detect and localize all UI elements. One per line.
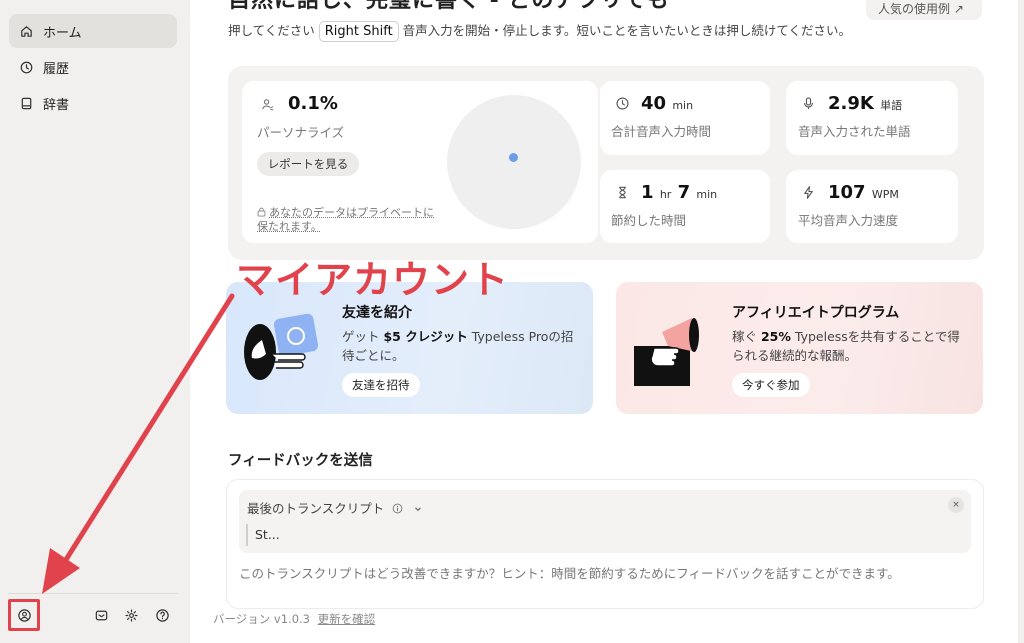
saved-time-card: 1 hr 7 min 節約した時間	[600, 170, 770, 243]
feedback-input[interactable]: このトランスクリプトはどう改善できますか？ヒント：時間を節約するためにフィードバ…	[239, 563, 900, 582]
personalization-card: 0.1% パーソナライズ レポートを見る あなたのデータはプライベートに 保たれ…	[242, 81, 598, 243]
total-time-label: 合計音声入力時間	[611, 124, 712, 139]
invite-friend-button[interactable]: 友達を招待	[342, 373, 420, 397]
speed-label: 平均音声入力速度	[798, 213, 899, 228]
privacy-link-line2[interactable]: 保たれます。	[257, 220, 322, 233]
sidebar-item-home[interactable]: ホーム	[9, 14, 177, 48]
info-icon	[392, 503, 403, 514]
total-time-value: 40 min	[641, 93, 694, 114]
personalization-progress-dot	[509, 153, 518, 162]
mail-button[interactable]	[92, 606, 110, 624]
page-headline: 自然に話し、完璧に書く - どのアプリでも	[228, 0, 670, 13]
personalization-label: パーソナライズ	[257, 125, 345, 140]
popular-examples-button[interactable]: 人気の使用例 ↗	[866, 0, 982, 20]
sidebar-item-label: 履歴	[43, 61, 70, 77]
speed-value: 107 WPM	[828, 182, 899, 203]
gear-icon	[124, 608, 138, 622]
home-icon	[21, 25, 32, 37]
mail-icon	[95, 610, 107, 620]
sidebar: ホーム 履歴 辞書	[0, 0, 190, 643]
sidebar-item-label: 辞書	[43, 97, 70, 113]
affiliate-card: アフィリエイトプログラム 稼ぐ 25% Typelessを共有することで得られる…	[616, 282, 983, 414]
hotkey-badge: Right Shift	[318, 21, 399, 42]
hotkey-instruction: 押してください Right Shift 音声入力を開始・停止します。短いことを言…	[228, 21, 868, 42]
affiliate-description: 稼ぐ 25% Typelessを共有することで得られる継続的な報酬。	[732, 329, 960, 363]
sidebar-item-label: ホーム	[43, 25, 82, 41]
personalization-chart	[447, 95, 581, 229]
main-content: 自然に話し、完璧に書く - どのアプリでも 人気の使用例 ↗ 押してください R…	[190, 0, 1018, 643]
instruction-after: 音声入力を開始・停止します。短いことを言いたいときは押し続けてください。	[402, 23, 852, 38]
affiliate-title: アフィリエイトプログラム	[732, 305, 900, 321]
speed-card: 107 WPM 平均音声入力速度	[786, 170, 958, 243]
lightning-icon	[804, 186, 813, 199]
referral-description: ゲット $5 クレジット Typeless Proの招待ごとに。	[342, 329, 574, 363]
referral-title: 友達を紹介	[342, 305, 412, 321]
window-edge	[1018, 0, 1024, 643]
clock-icon	[616, 97, 629, 110]
saved-time-label: 節約した時間	[611, 213, 687, 228]
feedback-box: 最後のトランスクリプト St... × このトランスクリプトはどう改善できますか…	[226, 479, 984, 609]
privacy-link-line1[interactable]: あなたのデータはプライベートに	[269, 206, 434, 219]
book-icon	[21, 97, 32, 109]
last-transcript-dropdown[interactable]: 最後のトランスクリプト	[247, 498, 423, 517]
words-label: 音声入力された単語	[798, 124, 911, 139]
sidebar-item-history[interactable]: 履歴	[9, 50, 177, 84]
person-wave-icon	[262, 99, 274, 111]
chevron-down-icon	[415, 507, 422, 512]
close-icon[interactable]: ×	[948, 497, 964, 513]
last-transcript-panel: 最後のトランスクリプト St... ×	[239, 490, 971, 553]
help-button[interactable]	[153, 606, 171, 624]
microphone-icon	[804, 97, 813, 110]
words-card: 2.9K 単語 音声入力された単語	[786, 81, 958, 155]
check-update-link[interactable]: 更新を確認	[318, 612, 376, 626]
sidebar-divider	[8, 593, 178, 594]
version-label: バージョン v1.0.3	[213, 612, 310, 626]
total-time-card: 40 min 合計音声入力時間	[600, 81, 770, 155]
help-icon	[155, 608, 169, 622]
join-now-button[interactable]: 今すぐ参加	[732, 373, 810, 397]
privacy-note: あなたのデータはプライベートに 保たれます。	[257, 206, 457, 234]
annotation-label: マイアカウント	[236, 258, 510, 302]
instruction-before: 押してください	[228, 23, 315, 38]
account-highlight-box	[8, 599, 40, 631]
saved-time-value: 1 hr 7 min	[641, 182, 718, 203]
feedback-title: フィードバックを送信	[228, 453, 373, 469]
referral-illustration	[244, 313, 319, 380]
lock-icon	[257, 207, 266, 217]
words-value: 2.9K 単語	[828, 93, 903, 114]
history-icon	[20, 61, 33, 73]
transcript-preview: St...	[246, 524, 280, 546]
version-info: バージョン v1.0.3 更新を確認	[213, 611, 375, 627]
hourglass-icon	[619, 186, 626, 199]
view-report-button[interactable]: レポートを見る	[257, 152, 359, 176]
sidebar-item-dictionary[interactable]: 辞書	[9, 86, 177, 120]
megaphone-illustration	[634, 318, 699, 386]
settings-button[interactable]	[122, 606, 140, 624]
personalization-value: 0.1%	[288, 93, 338, 114]
stats-panel: 0.1% パーソナライズ レポートを見る あなたのデータはプライベートに 保たれ…	[228, 66, 984, 260]
